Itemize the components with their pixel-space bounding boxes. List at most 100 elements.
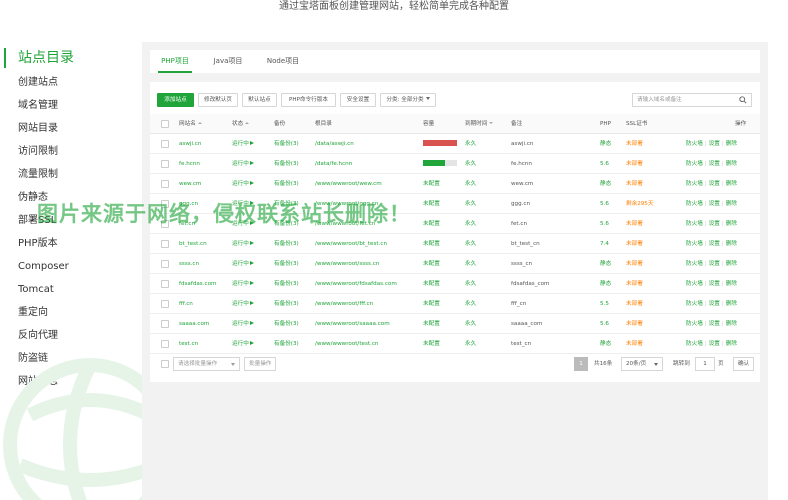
settings-link[interactable]: 设置 — [709, 241, 720, 247]
delete-link[interactable]: 删除 — [726, 221, 737, 227]
site-name-link[interactable]: saaaa.com — [179, 314, 209, 334]
row-checkbox[interactable] — [161, 320, 169, 328]
sidebar-item-13[interactable]: 网站日志 — [18, 375, 58, 389]
sidebar-item-8[interactable]: Composer — [18, 260, 69, 274]
expire-link[interactable]: 永久 — [465, 274, 476, 294]
backup-link[interactable]: 有备份(3) — [274, 234, 299, 254]
firewall-link[interactable]: 防火墙 — [686, 341, 703, 347]
firewall-link[interactable]: 防火墙 — [686, 181, 703, 187]
delete-link[interactable]: 删除 — [726, 161, 737, 167]
delete-link[interactable]: 删除 — [726, 261, 737, 267]
category-select[interactable]: 分类: 全部分类 — [380, 93, 436, 107]
backup-link[interactable]: 有备份(3) — [274, 174, 299, 194]
sidebar-item-4[interactable]: 流量限制 — [18, 168, 58, 182]
expire-link[interactable]: 永久 — [465, 194, 476, 214]
expire-link[interactable]: 永久 — [465, 334, 476, 354]
ssl-status-link[interactable]: 剩余295天 — [626, 194, 653, 214]
sidebar-item-7[interactable]: PHP版本 — [18, 237, 58, 251]
remark-text[interactable]: aswji.cn — [511, 134, 533, 154]
default-site-button[interactable]: 默认站点 — [242, 93, 277, 107]
firewall-link[interactable]: 防火墙 — [686, 201, 703, 207]
sidebar-item-1[interactable]: 域名管理 — [18, 99, 58, 113]
delete-link[interactable]: 删除 — [726, 201, 737, 207]
jump-confirm-button[interactable]: 确认 — [733, 357, 755, 371]
search-input[interactable] — [633, 94, 733, 106]
settings-link[interactable]: 设置 — [709, 221, 720, 227]
ssl-status-link[interactable]: 未部署 — [626, 134, 643, 154]
remark-text[interactable]: fet.cn — [511, 214, 527, 234]
site-name-link[interactable]: ggg.cn — [179, 194, 198, 214]
remark-text[interactable]: fff_cn — [511, 294, 526, 314]
remark-text[interactable]: fe.hcnn — [511, 154, 532, 174]
php-version-link[interactable]: 5.6 — [600, 194, 609, 214]
status-toggle[interactable]: 运行中 — [232, 194, 254, 214]
backup-link[interactable]: 有备份(3) — [274, 154, 299, 174]
status-toggle[interactable]: 运行中 — [232, 294, 254, 314]
remark-text[interactable]: wew.cm — [511, 174, 533, 194]
security-settings-button[interactable]: 安全设置 — [340, 93, 376, 107]
site-name-link[interactable]: fe.hcnn — [179, 154, 200, 174]
capacity-link[interactable]: 未配置 — [423, 174, 440, 194]
sidebar-item-10[interactable]: 重定向 — [18, 306, 48, 320]
backup-link[interactable]: 有备份(3) — [274, 334, 299, 354]
remark-text[interactable]: saaaa_com — [511, 314, 542, 334]
row-checkbox[interactable] — [161, 180, 169, 188]
ssl-status-link[interactable]: 未部署 — [626, 334, 643, 354]
expire-link[interactable]: 永久 — [465, 314, 476, 334]
search-icon[interactable] — [739, 96, 747, 104]
root-dir-link[interactable]: /www/wwwroot/test.cn — [315, 334, 378, 354]
capacity-link[interactable]: 未配置 — [423, 334, 440, 354]
capacity-link[interactable]: 未配置 — [423, 234, 440, 254]
site-name-link[interactable]: fff.cn — [179, 294, 193, 314]
capacity-link[interactable]: 未配置 — [423, 274, 440, 294]
row-checkbox[interactable] — [161, 240, 169, 248]
php-version-link[interactable]: 7.4 — [600, 234, 609, 254]
jump-page-input[interactable]: 1 — [695, 357, 715, 371]
remark-text[interactable]: test_cn — [511, 334, 531, 354]
row-checkbox[interactable] — [161, 200, 169, 208]
capacity-bar[interactable] — [423, 140, 457, 146]
php-version-link[interactable]: 5.6 — [600, 314, 609, 334]
row-checkbox[interactable] — [161, 300, 169, 308]
delete-link[interactable]: 删除 — [726, 301, 737, 307]
backup-link[interactable]: 有备份(3) — [274, 254, 299, 274]
firewall-link[interactable]: 防火墙 — [686, 321, 703, 327]
status-toggle[interactable]: 运行中 — [232, 214, 254, 234]
site-name-link[interactable]: wew.cm — [179, 174, 201, 194]
sidebar-item-9[interactable]: Tomcat — [18, 283, 54, 297]
root-dir-link[interactable]: /www/wwwroot/bt_test.cn — [315, 234, 387, 254]
expire-link[interactable]: 永久 — [465, 234, 476, 254]
remark-text[interactable]: fdsafdas_com — [511, 274, 549, 294]
expire-link[interactable]: 永久 — [465, 294, 476, 314]
root-dir-link[interactable]: /data/aswji.cn — [315, 134, 354, 154]
expire-link[interactable]: 永久 — [465, 154, 476, 174]
delete-link[interactable]: 删除 — [726, 241, 737, 247]
batch-operation-button[interactable]: 批量操作 — [244, 357, 277, 371]
site-name-link[interactable]: ssss.cn — [179, 254, 199, 274]
ssl-status-link[interactable]: 未部署 — [626, 294, 643, 314]
site-name-link[interactable]: test.cn — [179, 334, 198, 354]
row-checkbox[interactable] — [161, 220, 169, 228]
page-number-current[interactable]: 1 — [574, 357, 588, 371]
firewall-link[interactable]: 防火墙 — [686, 221, 703, 227]
row-checkbox[interactable] — [161, 280, 169, 288]
backup-link[interactable]: 有备份(3) — [274, 314, 299, 334]
settings-link[interactable]: 设置 — [709, 341, 720, 347]
root-dir-link[interactable]: /www/wwwroot/fet.cn — [315, 214, 375, 234]
php-version-link[interactable]: 5.6 — [600, 154, 609, 174]
php-version-link[interactable]: 静态 — [600, 274, 611, 294]
settings-link[interactable]: 设置 — [709, 321, 720, 327]
tab-node-project[interactable]: Node项目 — [263, 50, 303, 73]
capacity-link[interactable]: 未配置 — [423, 214, 440, 234]
remark-text[interactable]: ssss_cn — [511, 254, 532, 274]
php-cli-version-button[interactable]: PHP命令行版本 — [281, 93, 336, 107]
tab-php-project[interactable]: PHP项目 — [158, 50, 192, 73]
php-version-link[interactable]: 静态 — [600, 254, 611, 274]
firewall-link[interactable]: 防火墙 — [686, 301, 703, 307]
php-version-link[interactable]: 静态 — [600, 334, 611, 354]
settings-link[interactable]: 设置 — [709, 261, 720, 267]
root-dir-link[interactable]: /www/wwwroot/wew.cm — [315, 174, 382, 194]
remark-text[interactable]: ggg.cn — [511, 194, 530, 214]
backup-link[interactable]: 有备份(3) — [274, 294, 299, 314]
firewall-link[interactable]: 防火墙 — [686, 141, 703, 147]
